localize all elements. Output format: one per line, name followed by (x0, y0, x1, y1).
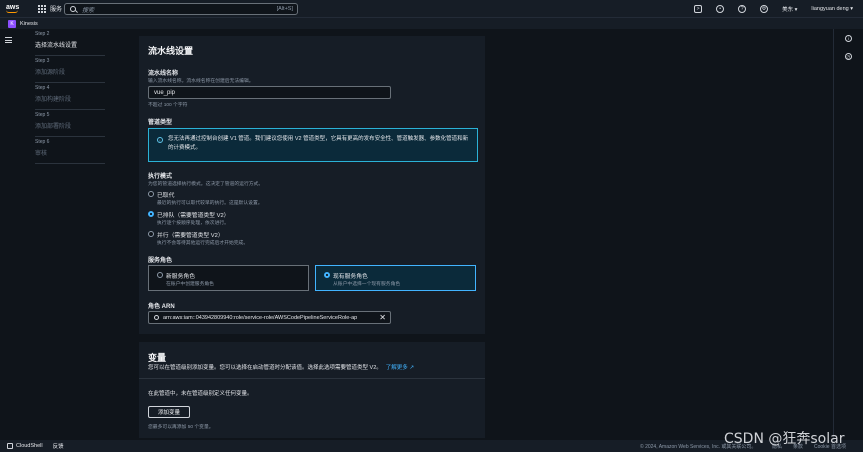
step-3[interactable]: Step 3 添加源阶段 (35, 56, 105, 83)
services-menu[interactable]: 服务 (50, 4, 62, 13)
info-alert-text: 您无法再通过控制台创建 V1 管道。我们建议您使用 V2 管道类型，它具有更高的… (168, 136, 469, 151)
bell-icon[interactable]: • (716, 5, 725, 13)
variables-empty-text: 在此管道中，未在管道级别定义任何变量。 (148, 391, 253, 397)
pipeline-name-desc: 输入流水线名称。流水线名称在创建后无法编辑。 (148, 79, 254, 84)
user-menu[interactable]: liangyuan deng ▾ (811, 6, 853, 12)
info-icon[interactable]: i (845, 35, 852, 42)
pipeline-name-input[interactable]: vue_pip (148, 86, 391, 99)
step-2[interactable]: Step 2 选择流水线设置 (35, 29, 105, 56)
mode-parallel-radio[interactable] (148, 231, 154, 237)
search-shortcut: [Alt+S] (276, 6, 293, 12)
feedback-link[interactable]: 反馈 (53, 442, 64, 450)
panel-title: 流水线设置 (148, 46, 194, 56)
clear-icon[interactable]: ✕ (379, 313, 386, 322)
mode-superseded-desc: 最近的执行可以取代较早的执行。这是默认设置。 (157, 201, 263, 206)
mode-queued-desc: 执行逐个按顺序处理，依次进行。 (157, 221, 229, 226)
new-service-role-radio[interactable] (157, 272, 163, 278)
pipeline-type-label: 管道类型 (148, 120, 173, 126)
external-link-icon: ↗ (409, 365, 414, 371)
gear-icon[interactable]: ⚙ (760, 5, 769, 13)
service-role-label: 服务角色 (148, 258, 173, 264)
pipeline-name-hint: 不超过 100 个字符 (148, 103, 188, 108)
clock-icon[interactable]: ◷ (845, 53, 852, 60)
search-icon (154, 315, 159, 320)
pipeline-settings-panel: 流水线设置 流水线名称 输入流水线名称。流水线名称在创建后无法编辑。 vue_p… (139, 36, 485, 334)
existing-service-role-tile[interactable]: 现有服务角色 从账户中选择一个现有服务角色 (315, 265, 476, 291)
right-utility-rail: i ◷ (833, 29, 863, 440)
aws-logo[interactable]: aws (6, 4, 28, 13)
search-input[interactable]: 搜索 [Alt+S] (64, 3, 298, 15)
mode-superseded-label: 已取代 (157, 193, 175, 199)
info-icon: i (157, 137, 163, 143)
help-icon[interactable]: ? (738, 5, 747, 13)
new-service-role-tile[interactable]: 新服务角色 在账户中创建服务角色 (148, 265, 309, 291)
variables-desc: 您可以在管道级别添加变量。您可以选择在启动管道时分配该值。选择此选项需要管道类型… (148, 365, 414, 371)
info-alert: i 您无法再通过控制台创建 V1 管道。我们建议您使用 V2 管道类型，它具有更… (148, 128, 478, 162)
watermark: CSDN @狂奔solar (724, 431, 845, 447)
wizard-steps: Step 2 选择流水线设置 Step 3 添加源阶段 Step 4 添加构建阶段 S… (35, 29, 105, 164)
execution-mode-desc: 为您的管道选择执行模式。这决定了管道的运行方式。 (148, 182, 264, 187)
learn-more-link[interactable]: 了解更多 ↗ (386, 365, 414, 371)
mode-parallel-label: 并行（需要管道类型 V2） (157, 233, 224, 239)
variables-footnote: 您最多可以再添加 50 个变量。 (148, 425, 214, 430)
role-arn-label: 角色 ARN (148, 304, 175, 310)
mode-parallel-desc: 执行不会等待其他运行完成后才开始完成。 (157, 241, 249, 246)
execution-mode-label: 执行模式 (148, 174, 173, 180)
service-bar: K Kinesis (0, 18, 863, 29)
new-service-role-label: 新服务角色 (166, 274, 195, 280)
search-placeholder: 搜索 (82, 7, 95, 14)
step-5[interactable]: Step 5 添加部署阶段 (35, 110, 105, 137)
kinesis-icon: K (8, 19, 16, 28)
search-icon (70, 6, 76, 12)
variables-panel: 变量 您可以在管道级别添加变量。您可以选择在启动管道时分配该值。选择此选项需要管… (139, 342, 485, 438)
step-6[interactable]: Step 6 审核 (35, 137, 105, 164)
mode-queued-label: 已排队（需要管道类型 V2） (157, 213, 230, 219)
step-4[interactable]: Step 4 添加构建阶段 (35, 83, 105, 110)
role-arn-input[interactable]: arn:aws:iam::043942809940:role/service-r… (148, 311, 391, 324)
mode-superseded-radio[interactable] (148, 191, 154, 197)
cloudshell-icon[interactable]: > (694, 5, 703, 13)
existing-service-role-radio[interactable] (324, 272, 330, 278)
cloudshell-icon[interactable] (7, 443, 13, 449)
new-service-role-desc: 在账户中创建服务角色 (166, 282, 214, 287)
role-arn-value: arn:aws:iam::043942809940:role/service-r… (163, 315, 358, 321)
menu-icon[interactable] (5, 37, 12, 43)
existing-service-role-desc: 从账户中选择一个现有服务角色 (333, 282, 401, 287)
mode-queued-radio[interactable] (148, 211, 154, 217)
region-selector[interactable]: 美东 ▾ (782, 5, 797, 13)
add-variable-button[interactable]: 添加变量 (148, 406, 190, 418)
top-navigation-bar: aws 服务 搜索 [Alt+S] > • ? ⚙ 美东 ▾ liangyuan… (0, 0, 863, 18)
pipeline-name-label: 流水线名称 (148, 71, 179, 77)
services-grid-icon[interactable] (38, 4, 46, 13)
cloudshell-link[interactable]: CloudShell (16, 443, 43, 449)
service-name[interactable]: Kinesis (20, 21, 38, 27)
existing-service-role-label: 现有服务角色 (333, 274, 368, 280)
divider (139, 378, 485, 379)
